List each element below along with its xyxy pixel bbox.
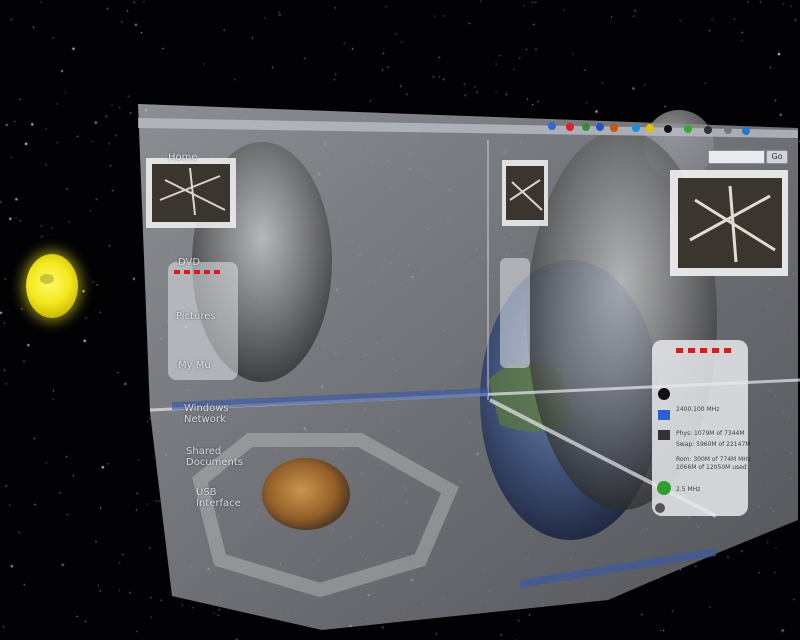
phys-memory-text: Phys: 1079M of 7344M [676,430,745,437]
desktop-icon-my-music[interactable]: My Mu [178,360,211,371]
search-input[interactable] [708,150,765,164]
logo-eye-graphic [262,458,350,530]
photo-widget-left[interactable] [146,158,236,228]
ram-line-1: Rom: 300M of 774M MHz [676,456,751,463]
battery-text: 2.5 MHz [676,486,701,493]
desktop-icon-shared-documents[interactable]: Shared Documents [186,446,243,468]
photo-widget-middle[interactable] [502,160,548,226]
desktop-icon-home[interactable]: Home [168,152,198,163]
desktop-icon-pictures[interactable]: Pictures [176,311,216,322]
system-monitor-middle [500,258,530,368]
desktop-icon-usb-interface[interactable]: USB Interface [196,487,241,509]
swap-memory-text: Swap: 5960M of 22147M [676,441,751,448]
desktop-icon-dvd[interactable]: DVD [178,257,200,268]
photo-widget-right[interactable] [670,170,788,276]
desktop-cube-face[interactable]: Home DVD Pictures My Mu Windows Network … [0,0,800,640]
ram-line-2: 1066M of 12050M used [676,464,747,471]
go-button[interactable]: Go [766,150,788,164]
desktop-icon-windows-network[interactable]: Windows Network [184,403,234,425]
cpu-speed-text: 2400.100 MHz [676,406,720,413]
